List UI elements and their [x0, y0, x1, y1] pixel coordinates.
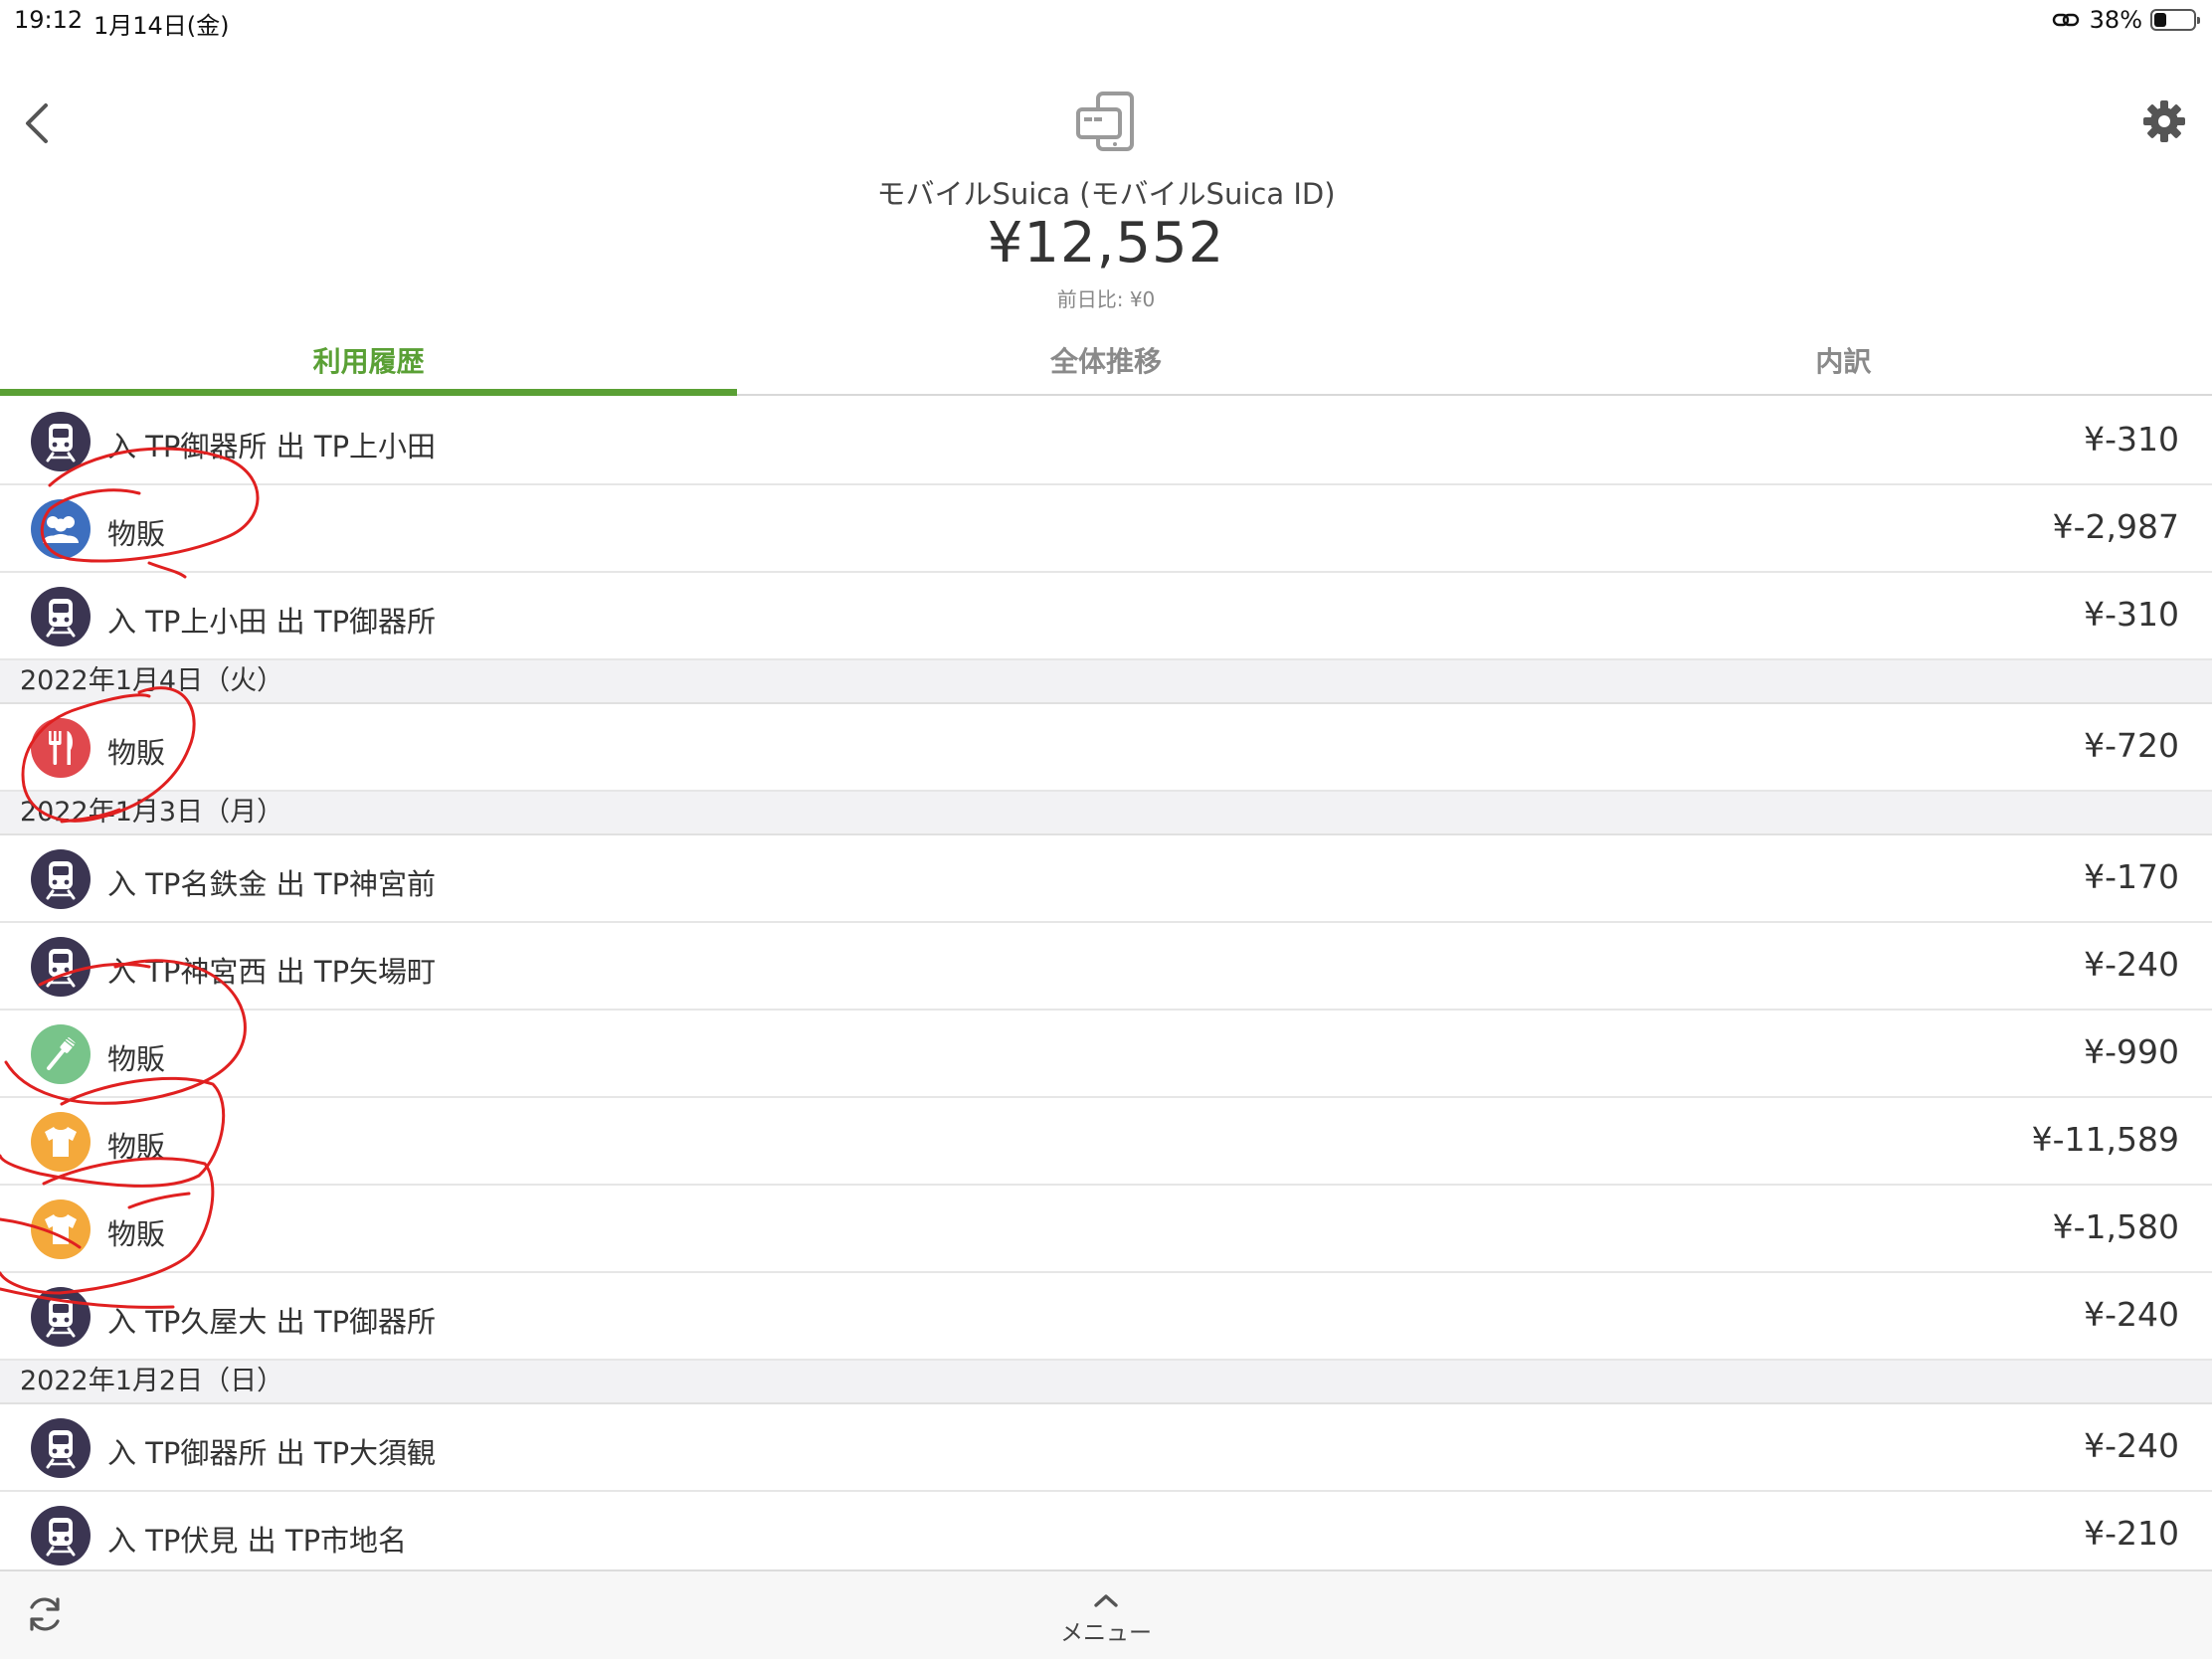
chevron-left-icon: [26, 103, 48, 143]
history-row-amount: ¥-990: [2084, 1032, 2179, 1071]
battery-icon: [2150, 9, 2200, 31]
tab-breakdown[interactable]: 内訳: [1475, 334, 2212, 394]
balance-amount: ¥12,552: [987, 211, 1225, 276]
history-row[interactable]: 物販 ¥-2,987: [0, 485, 2212, 573]
date-header: 2022年1月3日（月）: [0, 792, 2212, 835]
history-row-amount: ¥-240: [2084, 945, 2179, 984]
refresh-button[interactable]: [24, 1593, 66, 1635]
status-date: 1月14日(金): [93, 12, 230, 40]
history-row-amount: ¥-240: [2084, 1295, 2179, 1334]
status-time: 19:12: [14, 6, 84, 34]
gear-icon: [2143, 100, 2185, 142]
train-icon: [31, 587, 91, 646]
train-icon: [31, 937, 91, 997]
train-icon: [31, 412, 91, 471]
history-row[interactable]: 入 TP御器所 出 TP大須観 ¥-240: [0, 1404, 2212, 1492]
date-header: 2022年1月4日（火）: [0, 660, 2212, 704]
history-row[interactable]: 入 TP久屋大 出 TP御器所 ¥-240: [0, 1273, 2212, 1361]
tab-overall-trend[interactable]: 全体推移: [737, 334, 1474, 394]
train-icon: [31, 1287, 91, 1347]
history-row-amount: ¥-310: [2084, 595, 2179, 634]
refresh-icon: [30, 1597, 60, 1631]
history-row[interactable]: 入 TP神宮西 出 TP矢場町 ¥-240: [0, 923, 2212, 1011]
history-row[interactable]: 物販 ¥-11,589: [0, 1098, 2212, 1186]
fork-knife-icon: [31, 718, 91, 778]
history-row-label: 物販: [107, 1042, 166, 1076]
history-row-amount: ¥-170: [2084, 857, 2179, 896]
toothbrush-icon: [31, 1024, 91, 1084]
shirt-icon: [31, 1199, 91, 1259]
date-header: 2022年1月2日（日）: [0, 1361, 2212, 1404]
history-row-amount: ¥-210: [2084, 1514, 2179, 1553]
history-row-label: 入 TP伏見 出 TP市地名: [107, 1524, 408, 1558]
history-row-amount: ¥-1,580: [2052, 1207, 2179, 1246]
history-row[interactable]: 入 TP御器所 出 TP上小田 ¥-310: [0, 398, 2212, 485]
settings-button[interactable]: [2140, 97, 2188, 145]
history-row-label: 物販: [107, 1217, 166, 1251]
account-name: モバイルSuica (モバイルSuica ID): [876, 177, 1336, 211]
history-row[interactable]: 入 TP伏見 出 TP市地名 ¥-210: [0, 1492, 2212, 1579]
history-row-label: 物販: [107, 1130, 166, 1164]
history-row[interactable]: 入 TP上小田 出 TP御器所 ¥-310: [0, 573, 2212, 660]
history-row-label: 入 TP上小田 出 TP御器所: [107, 605, 437, 639]
train-icon: [31, 1506, 91, 1566]
usage-history-list: 入 TP御器所 出 TP上小田 ¥-310 物販 ¥-2,987 入 TP上小田 出…: [0, 398, 2212, 1579]
shirt-icon: [31, 1112, 91, 1172]
history-row[interactable]: 物販 ¥-720: [0, 704, 2212, 792]
history-row-label: 入 TP名鉄金 出 TP神宮前: [107, 867, 437, 901]
history-row-label: 入 TP神宮西 出 TP矢場町: [107, 955, 437, 989]
history-row-amount: ¥-240: [2084, 1426, 2179, 1465]
history-row[interactable]: 入 TP名鉄金 出 TP神宮前 ¥-170: [0, 835, 2212, 923]
people-icon: [31, 499, 91, 559]
history-row[interactable]: 物販 ¥-990: [0, 1011, 2212, 1098]
history-row-amount: ¥-720: [2084, 726, 2179, 765]
status-right: 38%: [2052, 6, 2200, 34]
chevron-up-icon: [1094, 1594, 1118, 1607]
tab-usage-history[interactable]: 利用履歴: [0, 334, 738, 396]
history-row-amount: ¥-11,589: [2031, 1120, 2179, 1159]
menu-button[interactable]: メニュー: [1056, 1591, 1156, 1653]
train-icon: [31, 1418, 91, 1478]
menu-label: メニュー: [1060, 1620, 1152, 1646]
history-row-amount: ¥-2,987: [2052, 507, 2179, 546]
history-row[interactable]: 物販 ¥-1,580: [0, 1186, 2212, 1273]
mobile-card-icon: [1072, 92, 1140, 155]
balance-diff: 前日比: ¥0: [1056, 287, 1156, 311]
tab-bar: 利用履歴 全体推移 内訳: [0, 334, 2212, 396]
history-row-label: 物販: [107, 517, 166, 551]
link-icon: [2052, 13, 2079, 27]
battery-percent: 38%: [2089, 6, 2142, 34]
history-row-label: 入 TP御器所 出 TP上小田: [107, 430, 437, 463]
train-icon: [31, 849, 91, 909]
history-row-amount: ¥-310: [2084, 420, 2179, 459]
status-bar: 19:12 1月14日(金) 38%: [0, 0, 2212, 40]
history-row-label: 入 TP久屋大 出 TP御器所: [107, 1305, 437, 1339]
history-row-label: 入 TP御器所 出 TP大須観: [107, 1436, 437, 1470]
back-button[interactable]: [18, 95, 58, 151]
bottom-bar: メニュー: [0, 1569, 2212, 1659]
history-row-label: 物販: [107, 736, 166, 770]
